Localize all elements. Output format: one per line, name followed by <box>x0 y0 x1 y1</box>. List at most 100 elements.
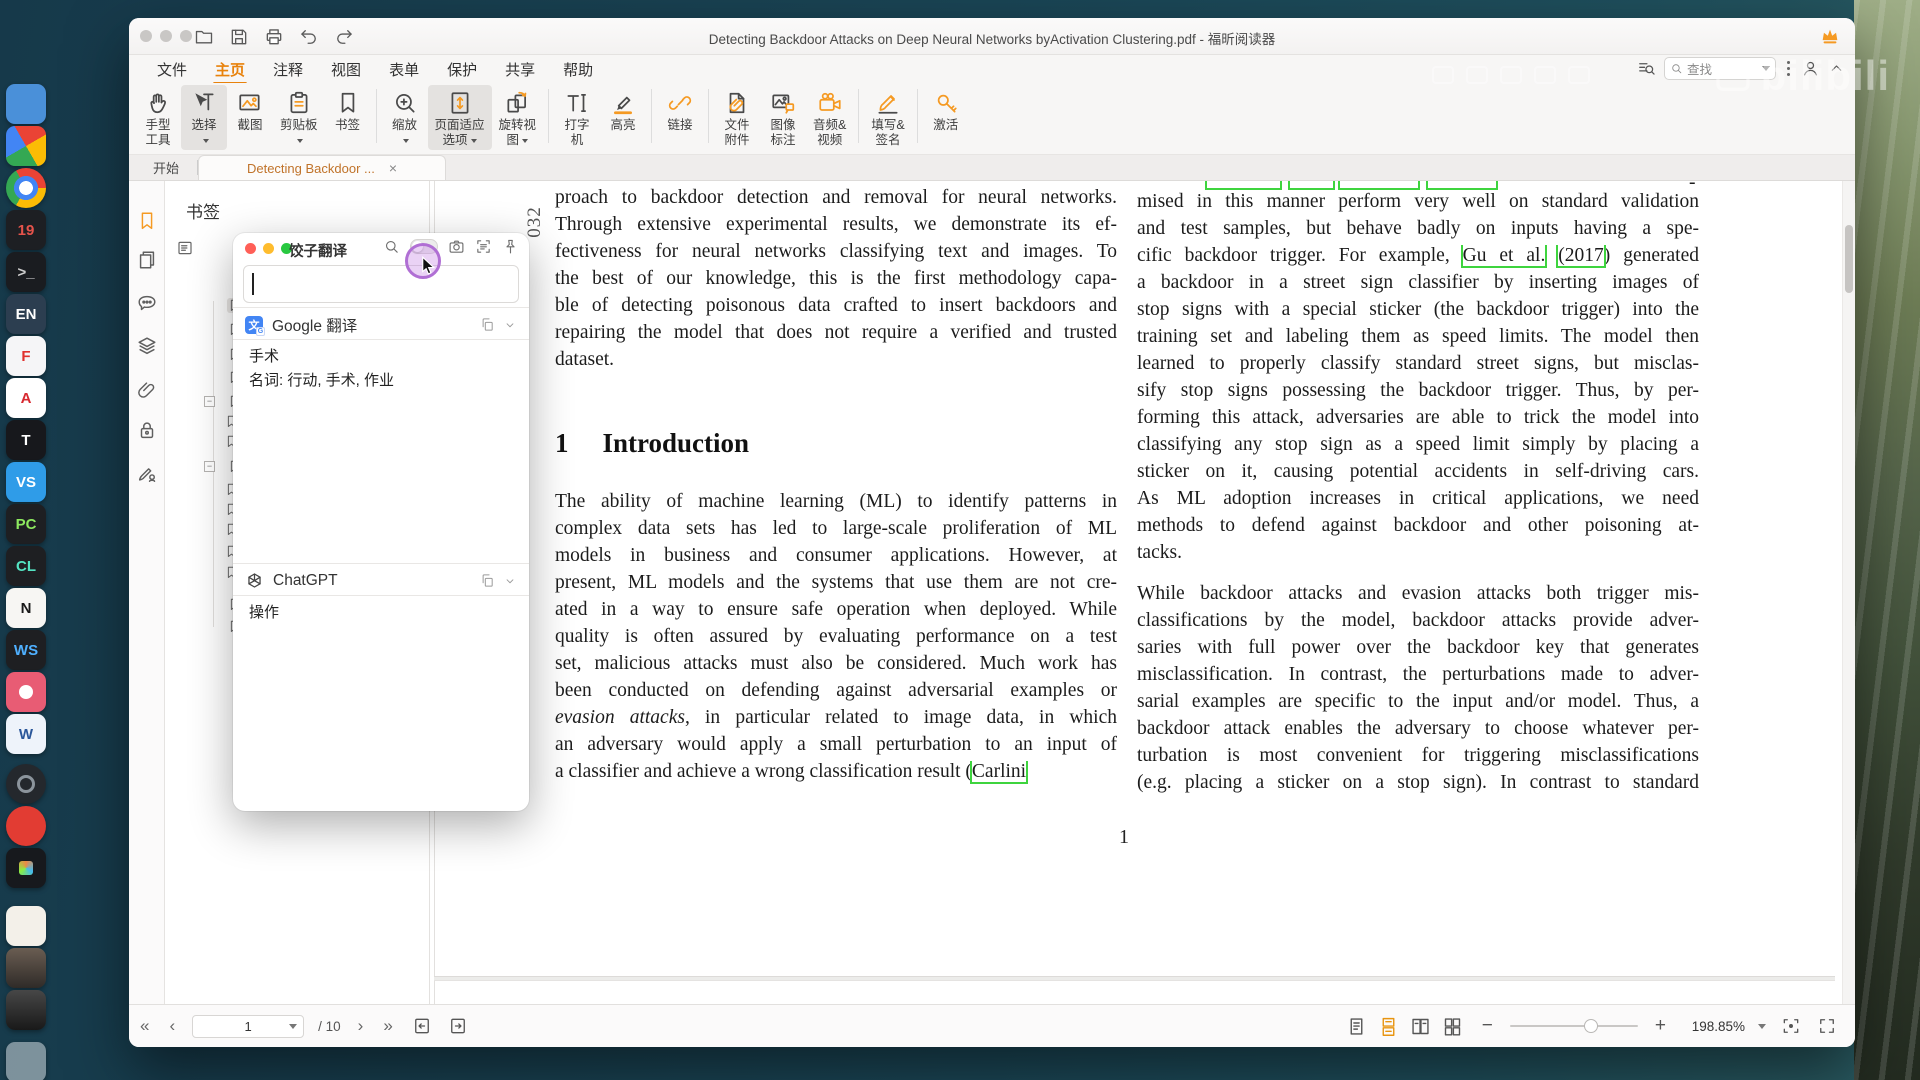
vertical-scrollbar[interactable] <box>1842 181 1855 1004</box>
auto-translate-toggle[interactable] <box>410 239 438 254</box>
find-list-icon[interactable] <box>1637 59 1656 78</box>
section-header-chatgpt[interactable]: ChatGPT <box>233 566 529 595</box>
dock-app-vscode[interactable]: VS <box>6 462 46 502</box>
minimize-button[interactable] <box>263 243 274 254</box>
zoom-slider-knob[interactable] <box>1584 1019 1598 1033</box>
layers-panel-icon[interactable] <box>134 333 160 359</box>
collapse-box-icon[interactable]: − <box>204 396 215 407</box>
toolbar-button-snapshot[interactable]: 截图 <box>227 85 273 135</box>
search-icon[interactable] <box>383 238 400 255</box>
menu-item-7[interactable]: 帮助 <box>549 57 607 82</box>
dock-app-terminal[interactable]: >_ <box>6 252 46 292</box>
dock-app-word[interactable]: W <box>6 714 46 754</box>
last-page-button[interactable]: » <box>380 1016 395 1036</box>
bookmarks-panel-icon[interactable] <box>134 208 160 234</box>
copy-icon[interactable] <box>480 573 495 588</box>
toolbar-button-select[interactable]: 选择 <box>181 85 227 150</box>
dock-app-calendar[interactable]: 19 <box>6 210 46 250</box>
search-box[interactable]: 查找 <box>1664 57 1776 80</box>
bookmark-list-icon[interactable] <box>176 239 194 257</box>
previous-page-button[interactable]: ‹ <box>166 1016 178 1036</box>
collapse-box-icon[interactable]: − <box>204 461 215 472</box>
toolbar-button-link[interactable]: 链接 <box>657 85 703 135</box>
translate-input[interactable] <box>243 265 519 303</box>
close-button[interactable] <box>245 243 256 254</box>
dock-app-app-t[interactable]: T <box>6 420 46 460</box>
search-dropdown-icon[interactable] <box>1762 66 1770 71</box>
facing-page-icon[interactable] <box>1409 1014 1433 1038</box>
dock-app-app-dark-circle[interactable] <box>6 764 46 804</box>
menu-item-5[interactable]: 保护 <box>433 57 491 82</box>
pages-panel-icon[interactable] <box>134 247 160 273</box>
toolbar-button-typewriter[interactable]: 打字机 <box>554 85 600 150</box>
page-number-input[interactable]: 1 <box>192 1015 304 1038</box>
citation-highlight[interactable]: Carlini <box>972 761 1026 782</box>
dock-app-trash[interactable] <box>6 1042 46 1080</box>
fullscreen-icon[interactable] <box>1815 1014 1839 1038</box>
dock-app-pycharm[interactable]: PC <box>6 504 46 544</box>
zoom-slider[interactable] <box>1510 1025 1638 1027</box>
toolbar-button-zoom[interactable]: 缩放 <box>382 85 428 150</box>
menu-item-1[interactable]: 主页 <box>201 57 259 82</box>
zoom-dropdown-icon[interactable] <box>1758 1024 1766 1029</box>
zoom-in-button[interactable]: + <box>1651 1015 1670 1037</box>
tab-document[interactable]: Detecting Backdoor ...× <box>198 155 446 180</box>
zoom-out-button[interactable]: − <box>1478 1015 1497 1037</box>
first-page-button[interactable]: « <box>137 1016 152 1036</box>
dock-app-chrome[interactable] <box>6 168 46 208</box>
dock-app-app-pink[interactable] <box>6 672 46 712</box>
security-panel-icon[interactable] <box>134 417 160 443</box>
dock-app-notes[interactable] <box>6 906 46 946</box>
citation-highlight[interactable]: Gu et al. <box>1463 245 1546 266</box>
next-page-button[interactable]: › <box>355 1016 367 1036</box>
toolbar-button-fill-sign[interactable]: 填写&签名 <box>864 85 911 150</box>
menu-item-2[interactable]: 注释 <box>259 57 317 82</box>
account-icon[interactable] <box>1801 59 1820 78</box>
dock-app-finder[interactable] <box>6 84 46 124</box>
signature-panel-icon[interactable] <box>134 460 160 486</box>
tab-start[interactable]: 开始 <box>135 155 197 180</box>
membership-crown-icon[interactable] <box>1819 25 1841 47</box>
dock-app-app-game[interactable] <box>6 848 46 888</box>
dock-app-launchpad[interactable] <box>6 126 46 166</box>
citation-highlight[interactable]: (2017 <box>1558 245 1604 266</box>
dock-app-input-method-en[interactable]: EN <box>6 294 46 334</box>
more-dots-icon[interactable] <box>1784 61 1793 76</box>
menu-item-0[interactable]: 文件 <box>143 57 201 82</box>
toolbar-button-file-attach[interactable]: 文件附件 <box>714 85 760 150</box>
dock-app-preview-window-2[interactable] <box>6 990 46 1030</box>
chevron-down-icon[interactable] <box>503 318 517 332</box>
menu-item-6[interactable]: 共享 <box>491 57 549 82</box>
toolbar-button-clipboard[interactable]: 剪贴板 <box>273 85 325 150</box>
dock-app-app-f[interactable]: F <box>6 336 46 376</box>
dock-app-acrobat[interactable]: A <box>6 378 46 418</box>
page-dropdown-icon[interactable] <box>289 1024 297 1029</box>
comments-panel-icon[interactable] <box>134 290 160 316</box>
dock-app-clion[interactable]: CL <box>6 546 46 586</box>
scrollbar-thumb[interactable] <box>1845 225 1853 293</box>
ocr-text-icon[interactable] <box>475 238 492 255</box>
quad-page-icon[interactable] <box>1441 1014 1465 1038</box>
menu-item-4[interactable]: 表单 <box>375 57 433 82</box>
toolbar-button-bookmark[interactable]: 书签 <box>325 85 371 135</box>
toolbar-button-rotate-view[interactable]: 旋转视图 <box>492 85 544 150</box>
single-page-icon[interactable] <box>1345 1014 1369 1038</box>
toolbar-button-audio-video[interactable]: 音频&视频 <box>806 85 853 150</box>
chevron-down-icon[interactable] <box>503 574 517 588</box>
dock-app-preview-window-1[interactable] <box>6 948 46 988</box>
screenshot-capture-icon[interactable] <box>448 238 465 255</box>
toolbar-button-fit-page[interactable]: 页面适应选项 <box>428 85 492 150</box>
dock-app-xiaohongshu[interactable] <box>6 806 46 846</box>
continuous-page-icon[interactable] <box>1377 1014 1401 1038</box>
menu-item-3[interactable]: 视图 <box>317 57 375 82</box>
toolbar-button-activate[interactable]: 激活 <box>923 85 969 135</box>
fit-visible-icon[interactable] <box>1779 1014 1803 1038</box>
pin-window-icon[interactable] <box>502 238 519 255</box>
toolbar-button-highlight[interactable]: 高亮 <box>600 85 646 135</box>
next-view-icon[interactable] <box>446 1014 470 1038</box>
copy-icon[interactable] <box>480 317 495 332</box>
attachments-panel-icon[interactable] <box>134 377 160 403</box>
section-header-google-translate[interactable]: 文GGoogle 翻译 <box>233 310 529 339</box>
collapse-toolbar-icon[interactable] <box>1828 60 1845 77</box>
toolbar-button-image-annot[interactable]: 图像标注 <box>760 85 806 150</box>
